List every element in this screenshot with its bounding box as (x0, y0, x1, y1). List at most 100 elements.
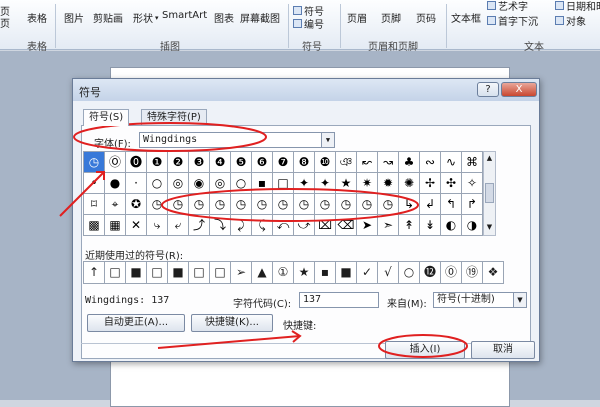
symbol-cell[interactable]: ⌑ (84, 194, 105, 215)
symbol-cell[interactable]: ❷ (168, 152, 189, 173)
wordart-button[interactable]: 艺术字 (487, 0, 528, 13)
chart-button[interactable]: 图表 (214, 10, 234, 25)
symbol-cell[interactable]: ▩ (84, 215, 105, 236)
symbol-cell[interactable]: ❺ (231, 152, 252, 173)
picture-button[interactable]: 图片 (64, 10, 84, 25)
symbol-cell[interactable]: ✹ (378, 173, 399, 194)
symbol-cell[interactable]: ⤶ (168, 215, 189, 236)
recent-symbol-cell[interactable]: ⓪ (441, 262, 462, 284)
symbol-cell[interactable]: ❼ (273, 152, 294, 173)
symbol-cell[interactable]: ⤹ (252, 215, 273, 236)
symbol-cell[interactable]: ✢ (420, 173, 441, 194)
symbol-cell[interactable]: ★ (336, 173, 357, 194)
font-select[interactable]: Wingdings ▼ (139, 132, 335, 148)
symbol-cell[interactable]: ↳ (399, 194, 420, 215)
symbol-cell[interactable]: ○ (147, 173, 168, 194)
symbol-cell[interactable]: ❽ (294, 152, 315, 173)
symbol-cell[interactable]: ◷ (84, 152, 105, 173)
symbol-cell[interactable]: ◷ (378, 194, 399, 215)
recent-symbol-cell[interactable]: ■ (126, 262, 147, 284)
symbol-cell[interactable]: ↰ (441, 194, 462, 215)
symbol-cell[interactable]: ◑ (462, 215, 483, 236)
tab-symbols[interactable]: 符号(S) (83, 109, 130, 126)
symbol-cell[interactable]: ➤ (357, 215, 378, 236)
char-code-input[interactable]: 137 (299, 292, 379, 308)
screenshot-button[interactable]: 屏幕截图 (240, 10, 280, 25)
symbol-cell[interactable]: ✦ (294, 173, 315, 194)
scroll-thumb[interactable] (485, 183, 494, 203)
table-button[interactable]: 表格 (27, 10, 47, 25)
symbol-cell[interactable]: ⤻ (294, 215, 315, 236)
recent-symbol-cell[interactable]: ↑ (84, 262, 105, 284)
symbol-cell[interactable]: ◉ (189, 173, 210, 194)
symbol-cell[interactable]: ◷ (210, 194, 231, 215)
footer-button[interactable]: 页脚 (381, 10, 401, 25)
symbol-cell[interactable]: ⌖ (105, 194, 126, 215)
recent-symbol-cell[interactable]: ○ (399, 262, 420, 284)
symbol-cell[interactable]: ⤸ (231, 215, 252, 236)
cancel-button[interactable]: 取消 (471, 341, 535, 359)
symbol-cell[interactable]: ↝ (378, 152, 399, 173)
dropcap-button[interactable]: 首字下沉 (487, 13, 538, 28)
smartart-button[interactable]: SmartArt (162, 10, 207, 21)
symbol-cell[interactable]: Ⓞ (105, 152, 126, 173)
tab-special-chars[interactable]: 特殊字符(P) (141, 109, 207, 125)
symbol-cell[interactable]: ● (105, 173, 126, 194)
symbol-cell[interactable]: ∿ (441, 152, 462, 173)
symbol-cell[interactable]: ◷ (336, 194, 357, 215)
symbol-cell[interactable]: • (84, 173, 105, 194)
symbol-cell[interactable]: ⤺ (273, 215, 294, 236)
symbol-cell[interactable]: ↟ (399, 215, 420, 236)
dialog-titlebar[interactable]: 符号 ? X (73, 79, 539, 101)
close-button[interactable]: X (501, 82, 537, 97)
symbol-cell[interactable]: ⌧ (315, 215, 336, 236)
scroll-down-icon[interactable]: ▼ (484, 221, 495, 234)
symbol-cell[interactable]: ◷ (147, 194, 168, 215)
symbol-cell[interactable]: ▦ (105, 215, 126, 236)
recent-symbol-cell[interactable]: ① (273, 262, 294, 284)
symbol-cell[interactable]: ⓿ (126, 152, 147, 173)
symbol-cell[interactable]: · (126, 173, 147, 194)
symbol-cell[interactable]: ◷ (315, 194, 336, 215)
recent-symbol-cell[interactable]: ✓ (357, 262, 378, 284)
symbol-cell[interactable]: ✧ (462, 173, 483, 194)
symbol-cell[interactable]: ◎ (168, 173, 189, 194)
symbol-cell[interactable]: ঞ (336, 152, 357, 173)
help-button[interactable]: ? (477, 82, 499, 97)
recent-symbol-cell[interactable]: √ (378, 262, 399, 284)
symbol-cell[interactable]: ⤴ (189, 215, 210, 236)
shapes-button[interactable]: 形状 ▾ (133, 10, 159, 26)
symbol-cell[interactable]: ◷ (294, 194, 315, 215)
header-button[interactable]: 页眉 (347, 10, 367, 25)
symbol-cell[interactable]: ◷ (252, 194, 273, 215)
recent-symbol-cell[interactable]: ★ (294, 262, 315, 284)
symbol-cell[interactable]: □ (273, 173, 294, 194)
recent-symbol-cell[interactable]: ▲ (252, 262, 273, 284)
recent-symbol-cell[interactable]: ❖ (483, 262, 504, 284)
insert-button[interactable]: 插入(I) (385, 341, 465, 359)
symbol-cell[interactable]: ❿ (315, 152, 336, 173)
numbering-button[interactable]: 编号 (293, 16, 324, 31)
symbol-cell[interactable]: ➣ (378, 215, 399, 236)
object-button[interactable]: 对象 (555, 13, 586, 28)
symbol-cell[interactable]: ↡ (420, 215, 441, 236)
symbol-cell[interactable]: ⤷ (147, 215, 168, 236)
ribbon-cut-item-bottom[interactable]: 页 (0, 15, 10, 30)
recent-symbol-cell[interactable]: ▪ (315, 262, 336, 284)
shortcut-key-button[interactable]: 快捷键(K)... (191, 314, 273, 332)
symbol-cell[interactable]: ○ (231, 173, 252, 194)
recent-symbol-cell[interactable]: ⑲ (462, 262, 483, 284)
symbol-cell[interactable]: ◷ (189, 194, 210, 215)
symbol-cell[interactable]: ✷ (357, 173, 378, 194)
symbol-cell[interactable]: ◐ (441, 215, 462, 236)
symbol-cell[interactable]: ↜ (357, 152, 378, 173)
symbol-cell[interactable]: ⤵ (210, 215, 231, 236)
symbol-cell[interactable]: ✺ (399, 173, 420, 194)
symbol-grid-scrollbar[interactable]: ▲ ▼ (483, 151, 496, 236)
symbol-cell[interactable]: ✣ (441, 173, 462, 194)
symbol-cell[interactable]: ❸ (189, 152, 210, 173)
symbol-cell[interactable]: ❹ (210, 152, 231, 173)
symbol-cell[interactable]: ❶ (147, 152, 168, 173)
from-select[interactable]: 符号(十进制) ▼ (433, 292, 527, 308)
page-number-button[interactable]: 页码 (416, 10, 436, 25)
